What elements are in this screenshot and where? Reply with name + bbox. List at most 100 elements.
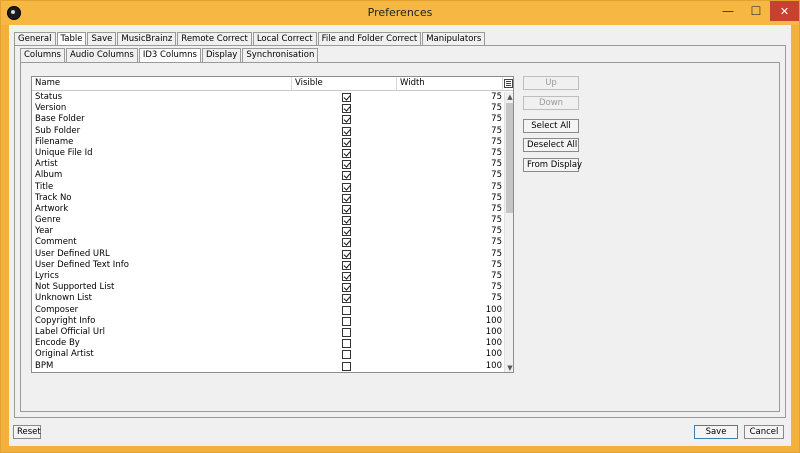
title-bar[interactable]: Preferences — ☐ ✕ <box>1 1 799 25</box>
visible-checkbox[interactable] <box>342 227 351 237</box>
header-name[interactable]: Name <box>32 77 292 91</box>
subtab-columns[interactable]: Columns <box>20 48 65 62</box>
reset-button[interactable]: Reset <box>13 425 41 439</box>
table-row[interactable]: Year 75 <box>32 226 504 237</box>
from-display-button[interactable]: From Display <box>523 158 582 172</box>
row-width[interactable]: 75 <box>491 193 502 204</box>
table-row[interactable]: Artist 75 <box>32 159 504 170</box>
vertical-scrollbar[interactable]: ▲ ▼ <box>504 92 513 372</box>
row-width[interactable]: 75 <box>491 103 502 114</box>
tab-remote-correct[interactable]: Remote Correct <box>177 32 252 46</box>
table-row[interactable]: Lyrics 75 <box>32 271 504 282</box>
close-button[interactable]: ✕ <box>770 1 799 21</box>
table-row[interactable]: Filename 75 <box>32 137 504 148</box>
visible-checkbox[interactable] <box>342 327 351 337</box>
visible-checkbox[interactable] <box>342 361 351 371</box>
table-row[interactable]: Comment 75 <box>32 237 504 248</box>
row-width[interactable]: 75 <box>491 237 502 248</box>
down-button[interactable]: Down <box>523 96 579 110</box>
visible-checkbox[interactable] <box>342 283 351 293</box>
visible-checkbox[interactable] <box>342 182 351 192</box>
row-width[interactable]: 75 <box>491 182 502 193</box>
visible-checkbox[interactable] <box>342 126 351 136</box>
row-width[interactable]: 75 <box>491 126 502 137</box>
visible-checkbox[interactable] <box>342 193 351 203</box>
row-width[interactable]: 75 <box>491 137 502 148</box>
subtab-id3-columns[interactable]: ID3 Columns <box>138 48 201 63</box>
row-width[interactable]: 75 <box>491 249 502 260</box>
table-row[interactable]: Not Supported List 75 <box>32 282 504 293</box>
table-row[interactable]: Composer 100 <box>32 305 504 316</box>
table-row[interactable]: BPM 100 <box>32 361 504 372</box>
tab-file-and-folder-correct[interactable]: File and Folder Correct <box>317 32 422 46</box>
header-visible[interactable]: Visible <box>292 77 397 91</box>
table-row[interactable]: User Defined URL 75 <box>32 249 504 260</box>
tab-manipulators[interactable]: Manipulators <box>422 32 486 46</box>
row-width[interactable]: 75 <box>491 204 502 215</box>
visible-checkbox[interactable] <box>342 160 351 170</box>
table-row[interactable]: Artwork 75 <box>32 204 504 215</box>
row-width[interactable]: 75 <box>491 159 502 170</box>
row-width[interactable]: 75 <box>491 282 502 293</box>
row-width[interactable]: 75 <box>491 170 502 181</box>
table-row[interactable]: User Defined Text Info 75 <box>32 260 504 271</box>
table-row[interactable]: Base Folder 75 <box>32 114 504 125</box>
table-row[interactable]: Album 75 <box>32 170 504 181</box>
cancel-button[interactable]: Cancel <box>744 425 784 439</box>
table-row[interactable]: Label Official Url 100 <box>32 327 504 338</box>
header-width[interactable]: Width <box>397 77 503 91</box>
tab-musicbrainz[interactable]: MusicBrainz <box>117 32 177 46</box>
table-row[interactable]: Original Artist 100 <box>32 349 504 360</box>
tab-local-correct[interactable]: Local Correct <box>252 32 317 46</box>
row-width[interactable]: 100 <box>486 316 502 327</box>
visible-checkbox[interactable] <box>342 272 351 281</box>
visible-checkbox[interactable] <box>342 249 351 259</box>
row-width[interactable]: 75 <box>491 226 502 237</box>
table-row[interactable]: Unique File Id 75 <box>32 148 504 159</box>
table-row[interactable]: Genre 75 <box>32 215 504 226</box>
scroll-thumb[interactable] <box>506 103 513 213</box>
tab-save[interactable]: Save <box>87 32 117 46</box>
visible-checkbox[interactable] <box>342 294 351 304</box>
visible-checkbox[interactable] <box>342 305 351 315</box>
visible-checkbox[interactable] <box>342 171 351 181</box>
table-row[interactable]: Encode By 100 <box>32 338 504 349</box>
tab-general[interactable]: General <box>14 32 56 46</box>
row-width[interactable]: 75 <box>491 215 502 226</box>
visible-checkbox[interactable] <box>342 148 351 158</box>
row-width[interactable]: 75 <box>491 148 502 159</box>
table-row[interactable]: Unknown List 75 <box>32 293 504 304</box>
scroll-down-arrow-icon[interactable]: ▼ <box>505 363 513 372</box>
row-width[interactable]: 100 <box>486 361 502 372</box>
row-width[interactable]: 75 <box>491 293 502 304</box>
visible-checkbox[interactable] <box>342 350 351 360</box>
visible-checkbox[interactable] <box>342 115 351 125</box>
visible-checkbox[interactable] <box>342 93 351 102</box>
up-button[interactable]: Up <box>523 76 579 90</box>
visible-checkbox[interactable] <box>342 137 351 147</box>
table-row[interactable]: Copyright Info 100 <box>32 316 504 327</box>
visible-checkbox[interactable] <box>342 339 351 349</box>
row-width[interactable]: 75 <box>491 114 502 125</box>
subtab-synchronisation[interactable]: Synchronisation <box>242 48 319 62</box>
table-row[interactable]: Track No 75 <box>32 193 504 204</box>
column-chooser-button[interactable] <box>503 77 513 91</box>
minimize-button[interactable]: — <box>714 1 742 21</box>
row-width[interactable]: 100 <box>486 327 502 338</box>
table-row[interactable]: Sub Folder 75 <box>32 126 504 137</box>
row-width[interactable]: 75 <box>491 271 502 282</box>
table-row[interactable]: Title 75 <box>32 182 504 193</box>
table-row[interactable]: Version 75 <box>32 103 504 114</box>
visible-checkbox[interactable] <box>342 260 351 270</box>
maximize-button[interactable]: ☐ <box>742 1 770 21</box>
visible-checkbox[interactable] <box>342 316 351 326</box>
row-width[interactable]: 100 <box>486 349 502 360</box>
row-width[interactable]: 75 <box>491 92 502 103</box>
row-width[interactable]: 100 <box>486 338 502 349</box>
visible-checkbox[interactable] <box>342 104 351 114</box>
visible-checkbox[interactable] <box>342 238 351 248</box>
visible-checkbox[interactable] <box>342 216 351 226</box>
deselect-all-button[interactable]: Deselect All <box>523 138 579 152</box>
row-width[interactable]: 75 <box>491 260 502 271</box>
scroll-up-arrow-icon[interactable]: ▲ <box>505 92 513 102</box>
